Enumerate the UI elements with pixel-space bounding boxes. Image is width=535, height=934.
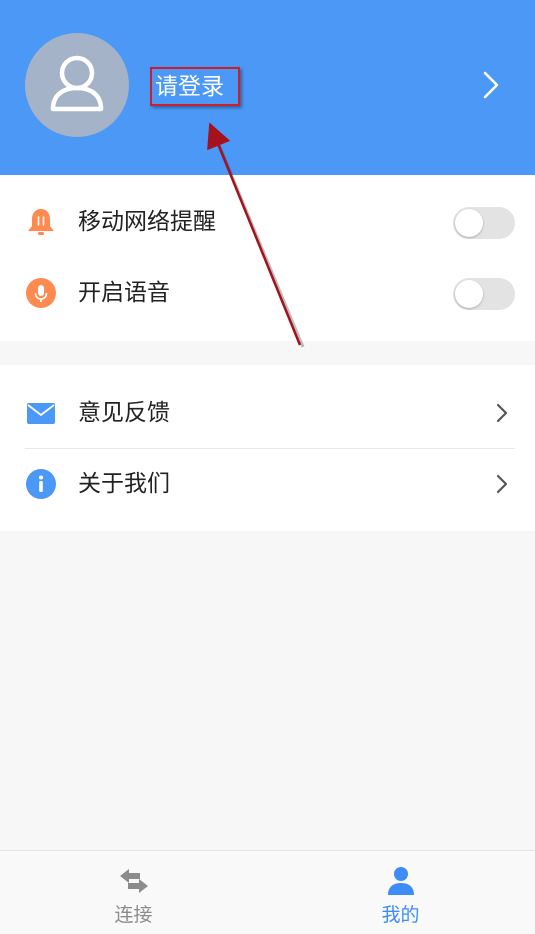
profile-header[interactable]: 请登录 [0,0,535,175]
tab-connect-label: 连接 [114,904,153,926]
microphone-icon [26,278,56,308]
person-icon [388,867,414,895]
info-icon [26,469,56,499]
mail-icon [27,403,55,424]
about-us-row[interactable]: 关于我们 [0,449,535,519]
chevron-right-icon[interactable] [480,70,502,100]
voice-toggle[interactable] [453,278,515,310]
tab-connect[interactable]: 连接 [0,851,267,934]
feedback-row[interactable]: 意见反馈 [0,378,535,448]
settings-card: 移动网络提醒 开启语音 [0,175,535,341]
login-highlight-box [150,67,240,106]
voice-label: 开启语音 [78,280,170,306]
tab-mine[interactable]: 我的 [267,851,534,934]
swap-arrows-icon [120,869,148,893]
mobile-network-alert-label: 移动网络提醒 [78,209,216,235]
toggle-knob [455,209,483,237]
user-silhouette-icon [50,55,104,112]
avatar[interactable] [25,33,129,137]
mobile-network-alert-row[interactable]: 移动网络提醒 [0,187,535,257]
toggle-knob [455,280,483,308]
bell-icon [28,209,54,235]
voice-row[interactable]: 开启语音 [0,258,535,328]
chevron-right-icon [496,403,508,423]
chevron-right-icon [496,474,508,494]
links-card: 意见反馈 关于我们 [0,365,535,531]
about-us-label: 关于我们 [78,471,170,497]
bottom-tab-bar: 连接 我的 [0,850,535,934]
mobile-network-alert-toggle[interactable] [453,207,515,239]
tab-mine-label: 我的 [381,904,420,926]
feedback-label: 意见反馈 [78,400,170,426]
